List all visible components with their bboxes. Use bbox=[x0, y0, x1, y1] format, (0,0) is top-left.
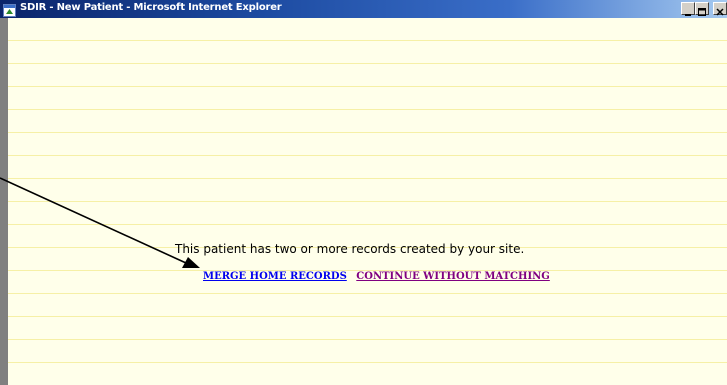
browser-window: SDIR - New Patient - Microsoft Internet … bbox=[0, 0, 727, 385]
page-content bbox=[0, 18, 727, 385]
action-links: MERGE HOME RECORDS CONTINUE WITHOUT MATC… bbox=[203, 271, 550, 282]
maximize-icon[interactable] bbox=[695, 2, 709, 16]
continue-without-matching-link[interactable]: CONTINUE WITHOUT MATCHING bbox=[356, 271, 550, 282]
window-title: SDIR - New Patient - Microsoft Internet … bbox=[20, 2, 282, 13]
title-bar[interactable]: SDIR - New Patient - Microsoft Internet … bbox=[0, 0, 727, 18]
duplicate-records-message: This patient has two or more records cre… bbox=[175, 242, 525, 256]
merge-home-records-link[interactable]: MERGE HOME RECORDS bbox=[203, 271, 347, 282]
minimize-icon[interactable] bbox=[681, 2, 695, 16]
ie-window-icon[interactable] bbox=[3, 2, 16, 17]
close-icon[interactable] bbox=[713, 2, 727, 16]
